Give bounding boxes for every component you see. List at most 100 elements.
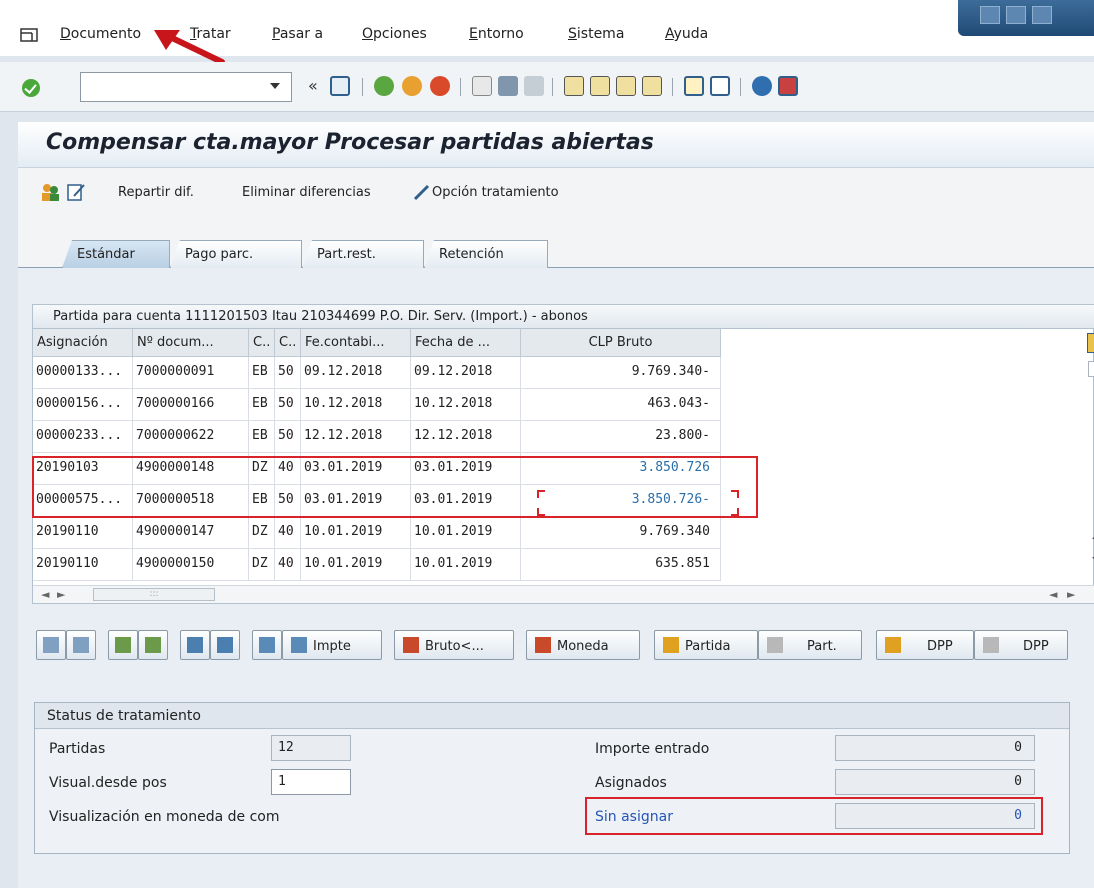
cell-fe-contabilizacion[interactable]: 09.12.2018 (301, 357, 411, 389)
cell-clp-bruto[interactable]: 23.800- (521, 421, 721, 453)
deselect-all-button[interactable] (66, 630, 96, 660)
shortcut-icon[interactable] (710, 76, 730, 96)
last-page-icon[interactable] (642, 76, 662, 96)
cell-clp-bruto[interactable]: 463.043- (521, 389, 721, 421)
scroll-right-icon-right[interactable]: ► (1067, 588, 1075, 601)
tab-pago-parc[interactable]: Pago parc. (170, 240, 302, 268)
opcion-tratamiento-button[interactable]: Opción tratamiento (432, 185, 559, 200)
menu-opciones[interactable]: Opciones (362, 26, 427, 42)
command-field[interactable] (80, 72, 292, 102)
vertical-scrollbar[interactable] (1088, 357, 1094, 587)
previous-page-icon[interactable] (590, 76, 610, 96)
cell-fe-contabilizacion[interactable]: 12.12.2018 (301, 421, 411, 453)
cell-num-documento[interactable]: 7000000166 (133, 389, 249, 421)
menu-documento[interactable]: Documento (60, 26, 141, 42)
exit-icon[interactable] (402, 76, 422, 96)
edit-icon[interactable] (66, 182, 86, 202)
scroll-left-icon[interactable]: ◄ (41, 588, 49, 601)
cell-asignacion[interactable]: 20190110 (33, 517, 133, 549)
dpp-remove-button[interactable]: DPP (974, 630, 1068, 660)
table-row[interactable]: 00000133... 7000000091 EB 50 09.12.2018 09.12… (33, 357, 721, 389)
cell-asignacion[interactable]: 20190110 (33, 549, 133, 581)
menu-pasar-a[interactable]: Pasar a (272, 26, 323, 42)
cell-fecha-documento[interactable]: 09.12.2018 (411, 357, 521, 389)
cancel-icon[interactable] (430, 76, 450, 96)
scroll-left-icon-right[interactable]: ◄ (1049, 588, 1057, 601)
cell-clase[interactable]: DZ (249, 549, 275, 581)
sort-desc-button[interactable] (210, 630, 240, 660)
select-all-button[interactable] (36, 630, 66, 660)
cell-clave[interactable]: 40 (275, 549, 301, 581)
col-clave[interactable]: C.. (275, 329, 301, 357)
cell-fecha-documento[interactable]: 12.12.2018 (411, 421, 521, 453)
deselect-block-button[interactable] (138, 630, 168, 660)
minimize-icon[interactable] (980, 6, 1000, 24)
tab-part-rest[interactable]: Part.rest. (302, 240, 424, 268)
first-page-icon[interactable] (564, 76, 584, 96)
cell-clave[interactable]: 50 (275, 389, 301, 421)
cell-clave[interactable]: 50 (275, 421, 301, 453)
enter-icon[interactable] (22, 79, 40, 97)
cell-fe-contabilizacion[interactable]: 10.12.2018 (301, 389, 411, 421)
new-session-icon[interactable] (684, 76, 704, 96)
col-num-documento[interactable]: Nº docum... (133, 329, 249, 357)
cell-asignacion[interactable]: 00000233... (33, 421, 133, 453)
back-icon[interactable]: « (308, 76, 318, 95)
col-fe-contabilizacion[interactable]: Fe.contabi... (301, 329, 411, 357)
cell-num-documento[interactable]: 7000000091 (133, 357, 249, 389)
menu-icon[interactable] (20, 28, 38, 42)
maximize-icon[interactable] (1006, 6, 1026, 24)
hscroll-thumb[interactable]: ::: (93, 588, 215, 601)
table-row[interactable]: 20190110 4900000150 DZ 40 10.01.2019 10.01.20… (33, 549, 721, 581)
table-row[interactable]: 20190110 4900000147 DZ 40 10.01.2019 10.01.20… (33, 517, 721, 549)
cell-clp-bruto[interactable]: 9.769.340- (521, 357, 721, 389)
cell-num-documento[interactable]: 7000000622 (133, 421, 249, 453)
cell-asignacion[interactable]: 00000133... (33, 357, 133, 389)
menu-sistema[interactable]: Sistema (568, 26, 624, 42)
tab-estandar[interactable]: Estándar (62, 240, 170, 268)
col-fecha-documento[interactable]: Fecha de ... (411, 329, 521, 357)
bruto-button[interactable]: Bruto<... (394, 630, 514, 660)
dpp-button[interactable]: DPP (876, 630, 974, 660)
pencil-icon[interactable] (412, 182, 432, 202)
partida-button[interactable]: Partida (654, 630, 758, 660)
repartir-dif-button[interactable]: Repartir dif. (118, 185, 194, 200)
column-config-icon[interactable] (1087, 333, 1094, 353)
col-asignacion[interactable]: Asignación (33, 329, 133, 357)
help-icon[interactable] (752, 76, 772, 96)
table-row[interactable]: 00000156... 7000000166 EB 50 10.12.2018 10.12… (33, 389, 721, 421)
back-green-icon[interactable] (374, 76, 394, 96)
save-icon[interactable] (330, 76, 350, 96)
table-row[interactable]: 00000233... 7000000622 EB 50 12.12.2018 12.12… (33, 421, 721, 453)
layout-menu-icon[interactable] (778, 76, 798, 96)
select-block-button[interactable] (108, 630, 138, 660)
cell-clp-bruto[interactable]: 635.851 (521, 549, 721, 581)
cell-clase[interactable]: EB (249, 389, 275, 421)
menu-entorno[interactable]: Entorno (469, 26, 524, 42)
find-amount-button[interactable]: Impte (282, 630, 382, 660)
cell-asignacion[interactable]: 00000156... (33, 389, 133, 421)
chevron-down-icon[interactable] (270, 83, 280, 89)
cell-clp-bruto[interactable]: 9.769.340 (521, 517, 721, 549)
find-button[interactable] (252, 630, 282, 660)
next-page-icon[interactable] (616, 76, 636, 96)
find-icon[interactable] (498, 76, 518, 96)
cell-num-documento[interactable]: 4900000150 (133, 549, 249, 581)
horizontal-scrollbar[interactable]: ◄ ► ::: ◄ ► (33, 585, 1094, 603)
menu-ayuda[interactable]: Ayuda (665, 26, 708, 42)
cell-clase[interactable]: EB (249, 421, 275, 453)
moneda-button[interactable]: Moneda (526, 630, 640, 660)
find-next-icon[interactable] (524, 76, 544, 96)
cell-fecha-documento[interactable]: 10.12.2018 (411, 389, 521, 421)
visual-desde-field[interactable]: 1 (271, 769, 351, 795)
col-clase[interactable]: C.. (249, 329, 275, 357)
cell-fecha-documento[interactable]: 10.01.2019 (411, 549, 521, 581)
cell-clase[interactable]: DZ (249, 517, 275, 549)
scroll-right-icon[interactable]: ► (57, 588, 65, 601)
eliminar-diferencias-button[interactable]: Eliminar diferencias (242, 185, 371, 200)
cell-clave[interactable]: 40 (275, 517, 301, 549)
cell-fecha-documento[interactable]: 10.01.2019 (411, 517, 521, 549)
cell-fe-contabilizacion[interactable]: 10.01.2019 (301, 517, 411, 549)
cell-clave[interactable]: 50 (275, 357, 301, 389)
col-clp-bruto[interactable]: CLP Bruto (521, 329, 721, 357)
